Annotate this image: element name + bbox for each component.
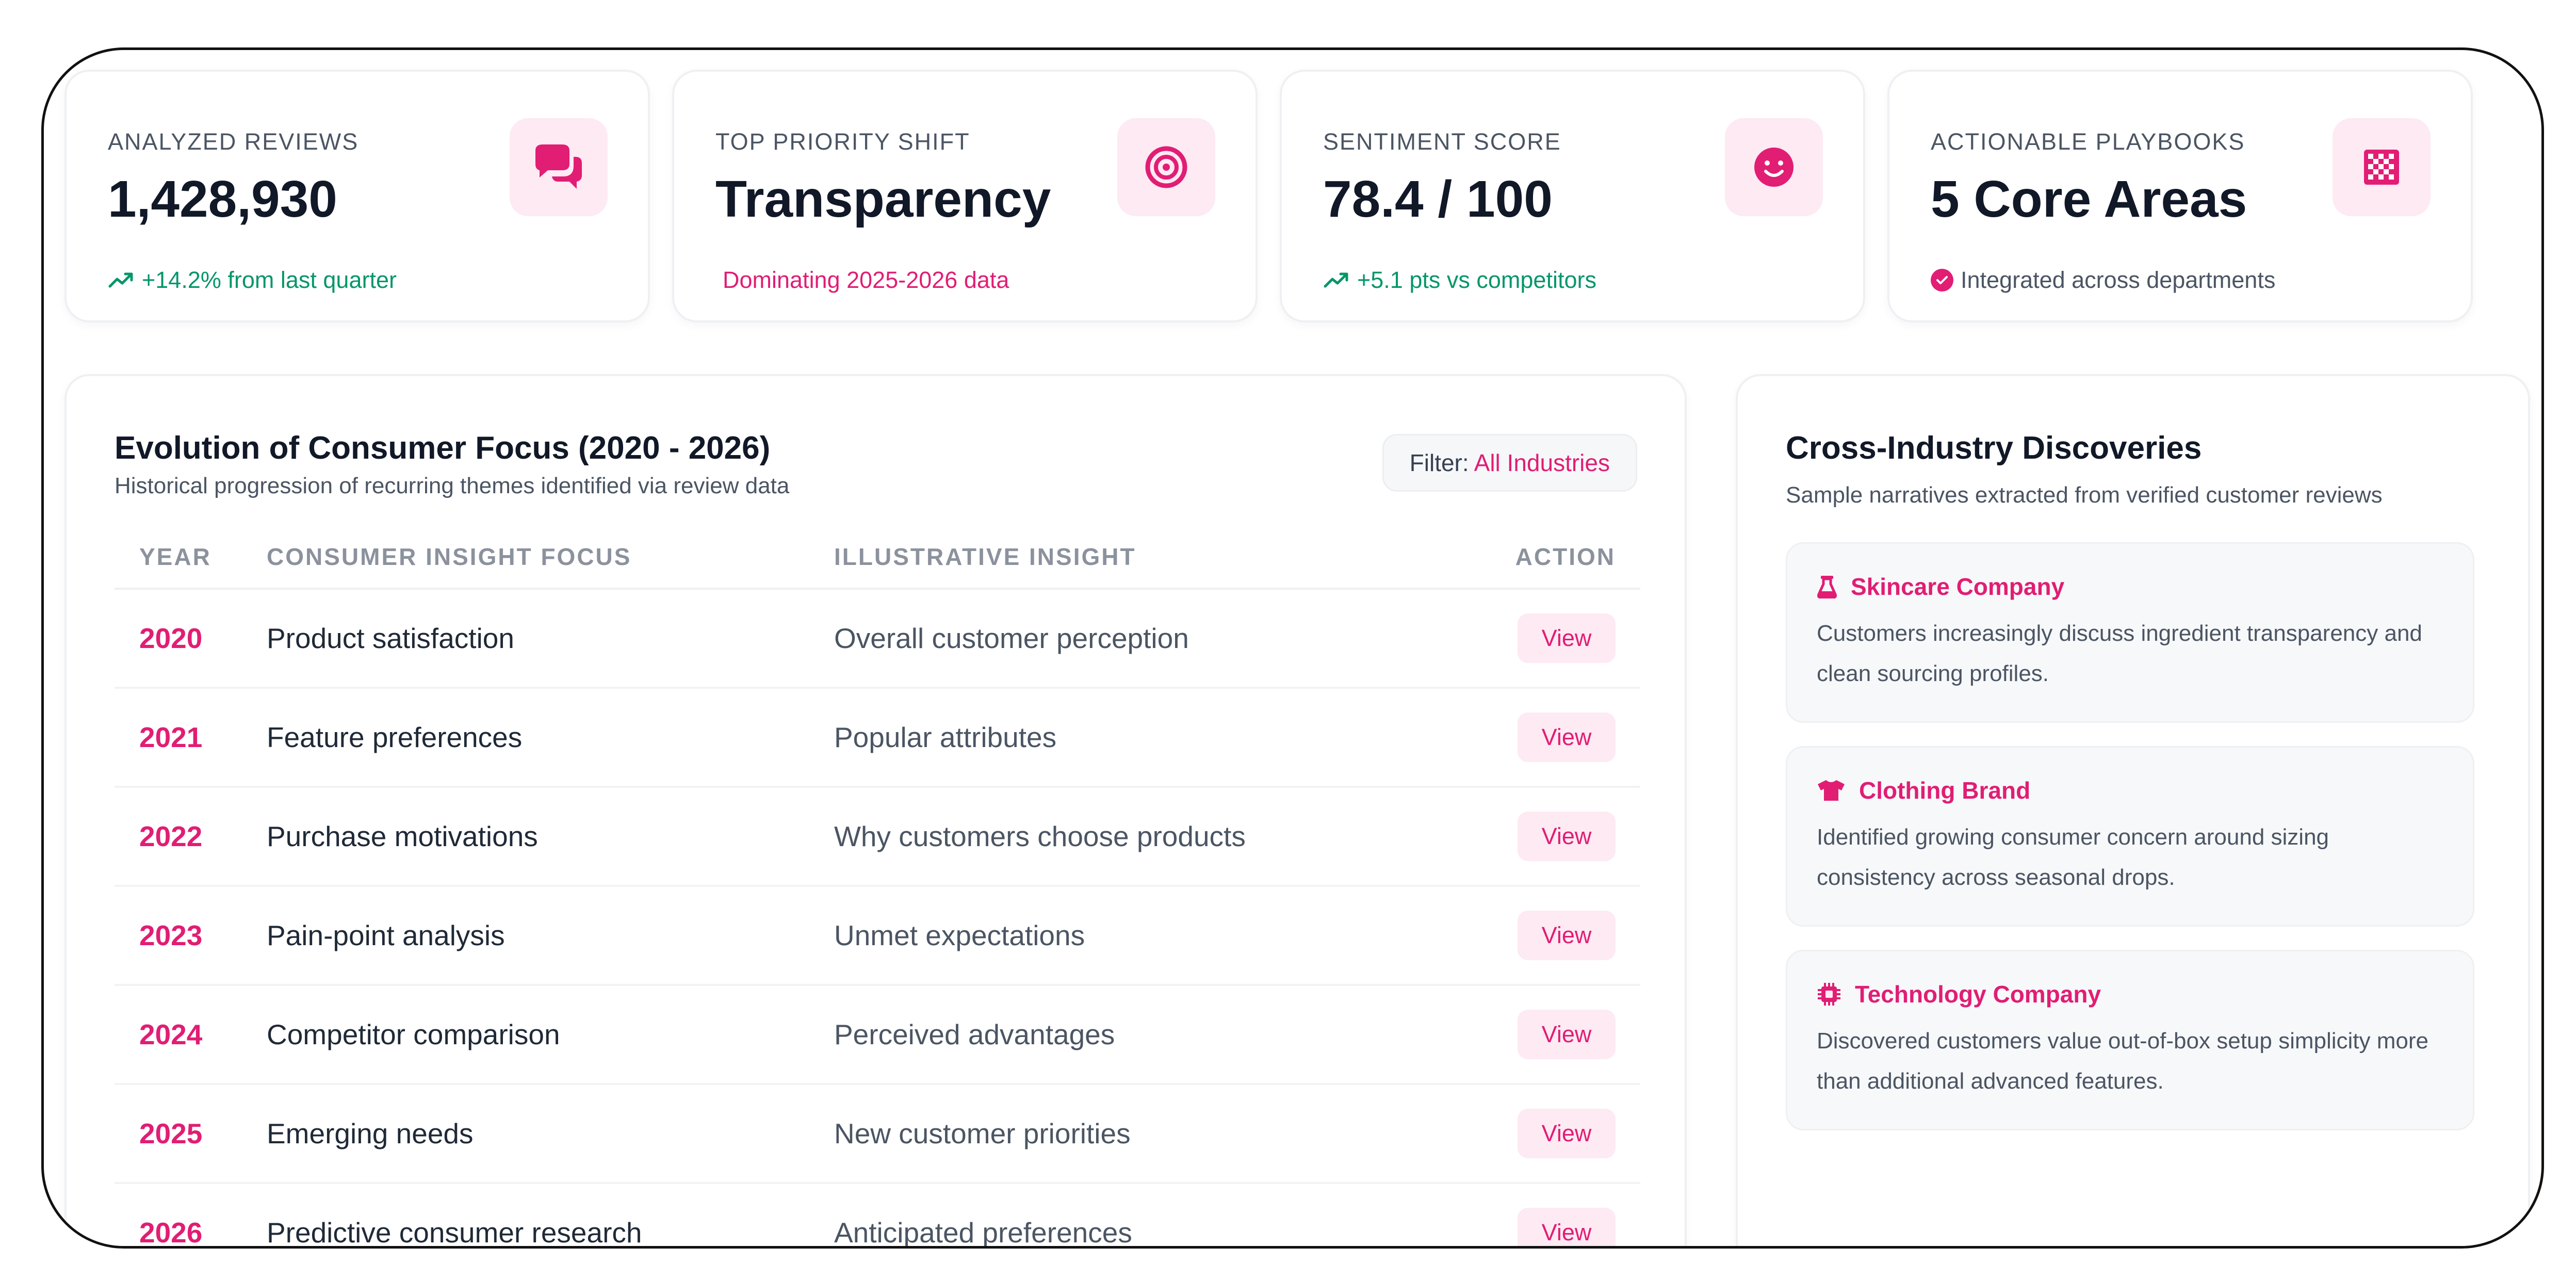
discovery-company: Technology Company <box>1855 981 2101 1008</box>
evolution-card: Evolution of Consumer Focus (2020 - 2026… <box>64 374 1687 1249</box>
stat-status: Integrated across departments <box>1931 267 2275 294</box>
discovery-item-technology: Technology Company Discovered customers … <box>1786 950 2474 1130</box>
stat-card-playbooks: ACTIONABLE PLAYBOOKS 5 Core Areas Integr… <box>1887 70 2473 322</box>
row-focus: Competitor comparison <box>267 1018 560 1050</box>
row-focus: Product satisfaction <box>267 622 514 654</box>
row-insight: Unmet expectations <box>834 919 1085 951</box>
stat-card-sentiment: SENTIMENT SCORE 78.4 / 100 +5.1 pts vs c… <box>1280 70 1865 322</box>
row-year: 2025 <box>139 1118 203 1150</box>
stat-trend: +5.1 pts vs competitors <box>1323 267 1596 294</box>
table-row: 2025 Emerging needs New customer priorit… <box>115 1085 1640 1184</box>
industry-filter-button[interactable]: Filter: All Industries <box>1382 434 1637 492</box>
discoveries-title: Cross-Industry Discoveries <box>1786 430 2202 466</box>
table-row: 2022 Purchase motivations Why customers … <box>115 788 1640 887</box>
stat-card-top-priority: TOP PRIORITY SHIFT Transparency Dominati… <box>672 70 1258 322</box>
row-insight: New customer priorities <box>834 1118 1131 1150</box>
discoveries-subtitle: Sample narratives extracted from verifie… <box>1786 482 2383 508</box>
row-action-cell: View <box>1486 1208 1640 1246</box>
column-header-insight: ILLUSTRATIVE INSIGHT <box>834 543 1136 570</box>
stat-label: TOP PRIORITY SHIFT <box>715 128 970 155</box>
chip-icon <box>1818 983 1840 1006</box>
evolution-table: YEAR CONSUMER INSIGHT FOCUS ILLUSTRATIVE… <box>115 526 1640 1249</box>
table-header: YEAR CONSUMER INSIGHT FOCUS ILLUSTRATIVE… <box>115 526 1640 590</box>
row-focus: Purchase motivations <box>267 820 538 852</box>
stat-trend: +14.2% from last quarter <box>108 267 397 294</box>
discovery-text: Discovered customers value out-of-box se… <box>1817 1028 2429 1094</box>
row-focus: Emerging needs <box>267 1118 474 1150</box>
row-focus: Pain-point analysis <box>267 919 505 951</box>
row-year: 2026 <box>139 1217 203 1249</box>
row-action-cell: View <box>1486 613 1640 663</box>
discovery-heading: Technology Company <box>1817 980 2101 1008</box>
row-year: 2024 <box>139 1018 203 1050</box>
column-header-action: ACTION <box>1515 543 1616 570</box>
table-row: 2023 Pain-point analysis Unmet expectati… <box>115 887 1640 986</box>
dashboard-frame: ANALYZED REVIEWS 1,428,930 +14.2% from l… <box>41 47 2544 1249</box>
evolution-subtitle: Historical progression of recurring them… <box>115 473 790 498</box>
stat-value: Transparency <box>715 170 1051 228</box>
stat-value: 78.4 / 100 <box>1323 170 1553 228</box>
view-button[interactable]: View <box>1518 1010 1616 1059</box>
check-circle-icon <box>1931 269 1953 292</box>
stat-card-analyzed-reviews: ANALYZED REVIEWS 1,428,930 +14.2% from l… <box>64 70 650 322</box>
row-year: 2023 <box>139 919 203 951</box>
discovery-item-skincare: Skincare Company Customers increasingly … <box>1786 542 2474 723</box>
row-focus: Predictive consumer research <box>267 1217 642 1249</box>
view-button[interactable]: View <box>1518 713 1616 762</box>
row-year: 2020 <box>139 622 203 654</box>
row-action-cell: View <box>1486 1010 1640 1059</box>
row-action-cell: View <box>1486 1109 1640 1158</box>
row-insight: Perceived advantages <box>834 1018 1115 1050</box>
checkerboard-icon <box>2333 118 2431 216</box>
row-year: 2022 <box>139 820 203 852</box>
table-row: 2026 Predictive consumer research Antici… <box>115 1184 1640 1249</box>
discovery-company: Clothing Brand <box>1859 777 2031 804</box>
stat-value: 1,428,930 <box>108 170 337 228</box>
discovery-text: Identified growing consumer concern arou… <box>1817 824 2329 890</box>
discovery-company: Skincare Company <box>1851 573 2065 600</box>
stat-value: 5 Core Areas <box>1931 170 2247 228</box>
discovery-heading: Skincare Company <box>1817 573 2064 601</box>
table-row: 2021 Feature preferences Popular attribu… <box>115 689 1640 788</box>
table-row: 2020 Product satisfaction Overall custom… <box>115 590 1640 689</box>
row-focus: Feature preferences <box>267 721 523 753</box>
stat-sub-text: +5.1 pts vs competitors <box>1357 267 1596 293</box>
discovery-text: Customers increasingly discuss ingredien… <box>1817 621 2422 686</box>
row-insight: Popular attributes <box>834 721 1057 753</box>
discovery-heading: Clothing Brand <box>1817 776 2030 804</box>
stat-sub-text: Dominating 2025-2026 data <box>723 267 1009 293</box>
flask-icon <box>1817 576 1837 598</box>
shirt-icon <box>1818 780 1845 801</box>
row-action-cell: View <box>1486 911 1640 960</box>
stat-sub-text: Integrated across departments <box>1961 267 2276 293</box>
view-button[interactable]: View <box>1518 911 1616 960</box>
trend-up-icon <box>1324 272 1348 288</box>
table-row: 2024 Competitor comparison Perceived adv… <box>115 986 1640 1085</box>
target-icon <box>1117 118 1215 216</box>
row-insight: Why customers choose products <box>834 820 1246 852</box>
stat-label: ANALYZED REVIEWS <box>108 128 359 155</box>
column-header-year: YEAR <box>139 543 211 570</box>
row-year: 2021 <box>139 721 203 753</box>
smiley-icon <box>1725 118 1823 216</box>
view-button[interactable]: View <box>1518 1109 1616 1158</box>
trend-up-icon <box>108 272 133 288</box>
discoveries-card: Cross-Industry Discoveries Sample narrat… <box>1736 374 2530 1246</box>
view-button[interactable]: View <box>1518 613 1616 663</box>
view-button[interactable]: View <box>1518 812 1616 861</box>
row-insight: Anticipated preferences <box>834 1217 1132 1249</box>
column-header-focus: CONSUMER INSIGHT FOCUS <box>267 543 632 570</box>
stat-sub-text: +14.2% from last quarter <box>142 267 397 293</box>
row-action-cell: View <box>1486 812 1640 861</box>
view-button[interactable]: View <box>1518 1208 1616 1246</box>
row-action-cell: View <box>1486 713 1640 762</box>
stat-label: ACTIONABLE PLAYBOOKS <box>1931 128 2245 155</box>
evolution-title: Evolution of Consumer Focus (2020 - 2026… <box>115 430 771 466</box>
stat-label: SENTIMENT SCORE <box>1323 128 1561 155</box>
chat-bubbles-icon <box>510 118 608 216</box>
row-insight: Overall customer perception <box>834 622 1189 654</box>
discovery-item-clothing: Clothing Brand Identified growing consum… <box>1786 746 2474 927</box>
filter-value: All Industries <box>1474 449 1610 476</box>
filter-label: Filter: <box>1409 449 1469 476</box>
